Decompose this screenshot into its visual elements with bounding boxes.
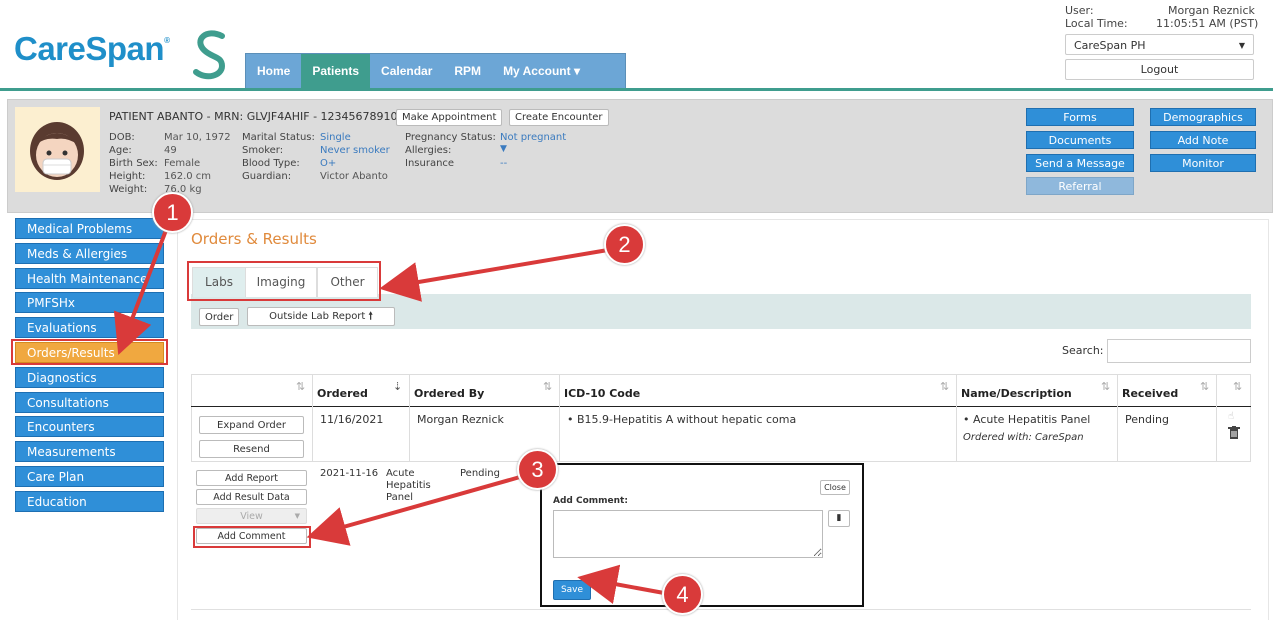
arrow-2 xyxy=(379,248,609,302)
callout-arrows xyxy=(113,224,665,604)
arrow-4 xyxy=(577,564,665,604)
arrow-1 xyxy=(113,224,170,355)
callout-badge-2: 2 xyxy=(604,224,645,265)
arrow-3 xyxy=(306,475,521,546)
callout-badge-3: 3 xyxy=(517,449,558,490)
callout-badge-1: 1 xyxy=(152,192,193,233)
callout-badge-4: 4 xyxy=(662,574,703,615)
